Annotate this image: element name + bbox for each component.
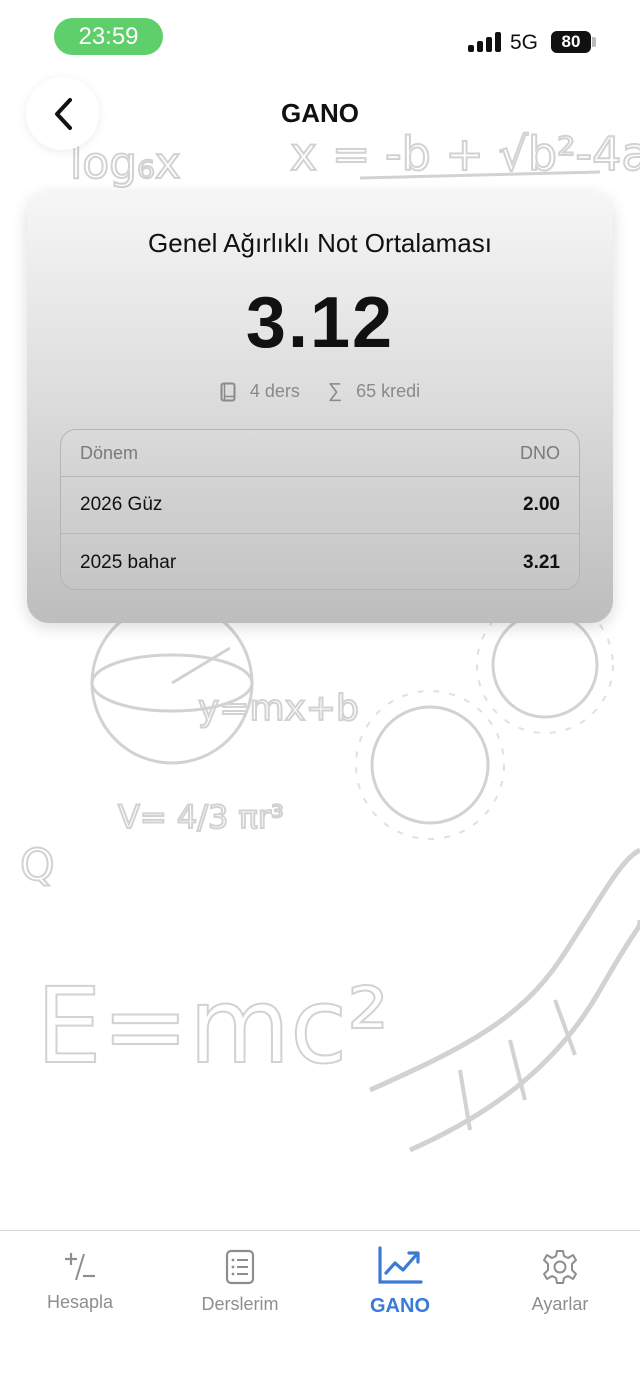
svg-text:log₆x: log₆x <box>70 138 181 189</box>
battery-icon: 80 <box>551 31 591 53</box>
tab-gano[interactable]: GANO <box>320 1231 480 1331</box>
credit-total: 65 kredi <box>356 381 421 401</box>
gear-icon <box>543 1250 577 1284</box>
column-header-term: Dönem <box>80 442 139 463</box>
svg-text:V= 4/3 πr³: V= 4/3 πr³ <box>118 798 284 836</box>
tab-label: Derslerim <box>201 1294 279 1314</box>
signal-icon <box>468 32 502 52</box>
gpa-meta: 4 ders ∑ 65 kredi <box>27 380 613 403</box>
plus-minus-icon <box>65 1253 95 1281</box>
svg-text:y=mx+b: y=mx+b <box>198 688 359 729</box>
book-icon <box>220 382 236 401</box>
term-name: 2026 Güz <box>80 494 163 515</box>
table-row[interactable]: 2025 bahar 3.21 <box>61 534 579 589</box>
network-type: 5G <box>510 31 539 54</box>
tab-label: GANO <box>370 1295 430 1317</box>
table-header: Dönem DNO <box>61 430 579 477</box>
column-header-dno: DNO <box>520 442 560 463</box>
tab-hesapla[interactable]: Hesapla <box>0 1231 160 1331</box>
chart-line-up-icon <box>378 1246 423 1284</box>
tab-bar: Hesapla Derslerim GANO Ayarlar <box>0 1230 640 1385</box>
term-dno: 2.00 <box>523 494 560 515</box>
tab-ayarlar[interactable]: Ayarlar <box>480 1231 640 1331</box>
gpa-value: 3.12 <box>245 283 395 363</box>
term-table: Dönem DNO 2026 Güz 2.00 2025 bahar 3.21 <box>60 429 580 590</box>
tab-label: Hesapla <box>46 1292 114 1312</box>
gpa-card: Genel Ağırlıklı Not Ortalaması 3.12 4 de… <box>27 192 613 623</box>
svg-text:Q: Q <box>20 840 55 891</box>
tab-label: Ayarlar <box>531 1294 589 1314</box>
term-name: 2025 bahar <box>80 551 177 573</box>
card-title: Genel Ağırlıklı Not Ortalaması <box>148 228 492 258</box>
sigma-icon: ∑ <box>327 380 343 402</box>
document-list-icon <box>225 1249 255 1285</box>
battery-tip <box>592 37 596 47</box>
status-time: 23:59 <box>54 18 163 55</box>
svg-text:E=mc²: E=mc² <box>36 965 389 1087</box>
term-dno: 3.21 <box>523 551 560 573</box>
table-row[interactable]: 2026 Güz 2.00 <box>61 477 579 534</box>
tab-derslerim[interactable]: Derslerim <box>160 1231 320 1331</box>
page-title: GANO <box>281 98 359 128</box>
course-count: 4 ders <box>249 381 300 401</box>
